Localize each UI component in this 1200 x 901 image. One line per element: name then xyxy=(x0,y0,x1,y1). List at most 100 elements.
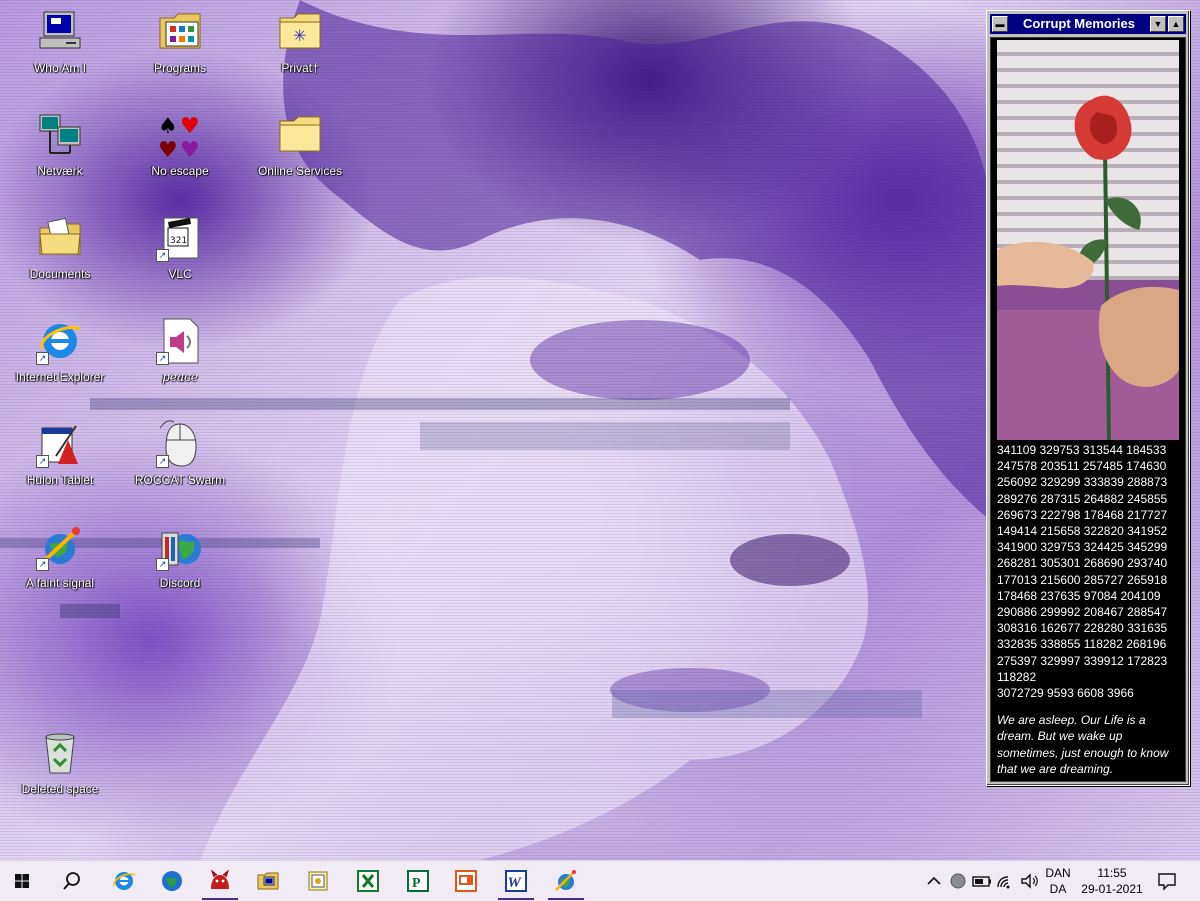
taskbar-faint-signal[interactable] xyxy=(544,861,588,901)
battery-button[interactable] xyxy=(968,861,992,901)
window-title: Corrupt Memories xyxy=(1023,16,1135,31)
clock-date: 29-01-2021 xyxy=(1081,882,1143,896)
documents-folder-icon xyxy=(36,214,84,262)
rose-image xyxy=(997,40,1179,440)
taskbar-word[interactable]: W xyxy=(494,861,538,901)
memory-number-line: 308316 162677 228280 331635 xyxy=(997,621,1168,636)
taskbar-computer[interactable] xyxy=(246,861,290,901)
shortcut-arrow-icon: ↗ xyxy=(156,352,169,365)
programs-folder-icon xyxy=(156,8,204,56)
memory-number-line: 149414 215658 322820 341952 xyxy=(997,524,1168,539)
wifi-button[interactable] xyxy=(992,861,1016,901)
desktop-icon-privat[interactable]: ✳ Privat† xyxy=(245,8,355,104)
desktop-icon-deleted-space[interactable]: Deleted space xyxy=(5,729,115,825)
taskbar-red-creature[interactable] xyxy=(198,861,242,901)
clock[interactable]: 11:55 29-01-2021 xyxy=(1078,866,1146,898)
svg-text:♥: ♥ xyxy=(158,138,178,159)
language-code: DAN xyxy=(1045,866,1071,880)
desktop-icon-no-escape[interactable]: ♠ ♥ ♥ ♥ No escape xyxy=(125,111,235,207)
desktop-icon-label: Programs xyxy=(153,61,206,75)
speaker-icon xyxy=(1021,873,1038,889)
powerpoint-taskbar-icon xyxy=(455,870,477,892)
huion-tablet-icon: ↗ xyxy=(36,420,84,468)
memory-number-line: 269673 222798 178468 217727 xyxy=(997,507,1168,522)
memory-number-line: 268281 305301 268690 293740 xyxy=(997,556,1168,571)
triangle-down-icon: ▼ xyxy=(1153,19,1163,29)
circle-status-icon xyxy=(950,873,966,889)
desktop-icon-who-am-i[interactable]: Who Am I xyxy=(5,8,115,104)
globe-taskbar-icon xyxy=(162,871,182,891)
desktop-icon-network[interactable]: Netværk xyxy=(5,111,115,207)
taskbar-project[interactable]: P xyxy=(396,861,440,901)
svg-text:♥: ♥ xyxy=(180,138,200,159)
memory-number-line: 289276 287315 264882 245855 xyxy=(997,491,1168,506)
search-button[interactable] xyxy=(50,861,94,901)
desktop-icon-programs[interactable]: Programs xyxy=(125,8,235,104)
tray-circle-button[interactable] xyxy=(944,861,968,901)
notifications-button[interactable] xyxy=(1150,861,1184,901)
mouse-icon: ↗ xyxy=(156,420,204,468)
desktop-icon-documents[interactable]: Documents xyxy=(5,214,115,310)
desktop-icon-online-services[interactable]: Online Services xyxy=(245,111,355,207)
word-taskbar-icon: W xyxy=(505,870,527,892)
memory-number-list: 341109 329753 313544 184533 247578 203511… xyxy=(997,442,1181,701)
desktop-icon-label: Internet Explorer xyxy=(15,370,105,384)
desktop-icon-label: peace xyxy=(162,370,198,384)
desktop-icon-label: Documents xyxy=(29,267,91,281)
start-button[interactable] xyxy=(0,861,44,901)
desktop-icon-label: ROCCAT Swarm xyxy=(134,473,226,487)
desktop-icon-internet-explorer[interactable]: ↗ Internet Explorer xyxy=(5,317,115,413)
language-indicator[interactable]: DAN DA xyxy=(1040,866,1076,898)
desktop-icon-a-faint-signal[interactable]: ↗ A faint signal xyxy=(5,523,115,619)
window-body: 341109 329753 313544 184533 247578 203511… xyxy=(990,37,1186,782)
start-windows-icon xyxy=(15,874,29,888)
desktop-icon-label: VLC xyxy=(168,267,192,281)
discord-app-icon: ↗ xyxy=(156,523,204,571)
volume-button[interactable] xyxy=(1016,861,1040,901)
internet-explorer-taskbar-icon xyxy=(113,872,136,890)
desktop-icon-discord[interactable]: ↗ Discord xyxy=(125,523,235,619)
desktop-icon-vlc[interactable]: 321 ↗ VLC xyxy=(125,214,235,310)
maximize-button[interactable]: ▲ xyxy=(1168,16,1184,32)
memory-number-line: 332835 338855 118282 268196 xyxy=(997,637,1167,652)
window-titlebar[interactable]: ▬ Corrupt Memories ▼ ▲ xyxy=(990,14,1186,34)
internet-explorer-icon: ↗ xyxy=(36,317,84,365)
sound-file-icon: ↗ xyxy=(156,317,204,365)
memory-number-line: 275397 329997 339912 172823 xyxy=(997,653,1168,668)
desktop-icon-label: Netværk xyxy=(37,164,83,178)
corrupt-memories-window[interactable]: ▬ Corrupt Memories ▼ ▲ 341109 329753 313… xyxy=(986,10,1190,786)
desktop-icon-label: Online Services xyxy=(257,164,343,178)
taskbar-excel[interactable] xyxy=(346,861,390,901)
taskbar-internet-explorer[interactable] xyxy=(102,861,146,901)
desktop-icon-label: No escape xyxy=(151,164,209,178)
network-icon xyxy=(36,111,84,159)
who-am-i-icon xyxy=(36,8,84,56)
memory-number-line: 341109 329753 313544 184533 xyxy=(997,443,1167,457)
svg-text:P: P xyxy=(412,876,421,891)
online-services-folder-icon xyxy=(276,111,324,159)
taskbar-globe[interactable] xyxy=(150,861,194,901)
desktop-icon-label: Huion Tablet xyxy=(26,473,94,487)
triangle-up-icon: ▲ xyxy=(1171,19,1181,29)
faint-signal-globe-icon: ↗ xyxy=(36,523,84,571)
dream-quote: We are asleep. Our Life is a dream. But … xyxy=(997,713,1169,777)
taskbar-publisher[interactable] xyxy=(296,861,340,901)
desktop-icon-label: Who Am I xyxy=(33,61,86,75)
show-hidden-icons-button[interactable] xyxy=(920,861,944,901)
red-creature-taskbar-icon xyxy=(210,869,230,889)
taskbar-powerpoint[interactable] xyxy=(444,861,488,901)
system-menu-button[interactable]: ▬ xyxy=(992,16,1008,32)
desktop-icon-label: A faint signal xyxy=(25,576,95,590)
keyboard-layout: DA xyxy=(1049,882,1067,896)
card-suits-icon: ♠ ♥ ♥ ♥ xyxy=(156,111,204,159)
minimize-button[interactable]: ▼ xyxy=(1150,16,1166,32)
computer-taskbar-icon xyxy=(257,872,279,890)
wifi-icon xyxy=(997,876,1010,889)
desktop-icon-label: Privat† xyxy=(281,61,319,75)
shortcut-arrow-icon: ↗ xyxy=(156,455,169,468)
desktop-icon-peace[interactable]: ↗ peace xyxy=(125,317,235,413)
excel-taskbar-icon xyxy=(357,870,379,892)
desktop-icon-huion-tablet[interactable]: ↗ Huion Tablet xyxy=(5,420,115,516)
memory-number-line: 256092 329299 333839 288873 xyxy=(997,475,1168,490)
desktop-icon-roccat-swarm[interactable]: ↗ ROCCAT Swarm xyxy=(125,420,235,516)
